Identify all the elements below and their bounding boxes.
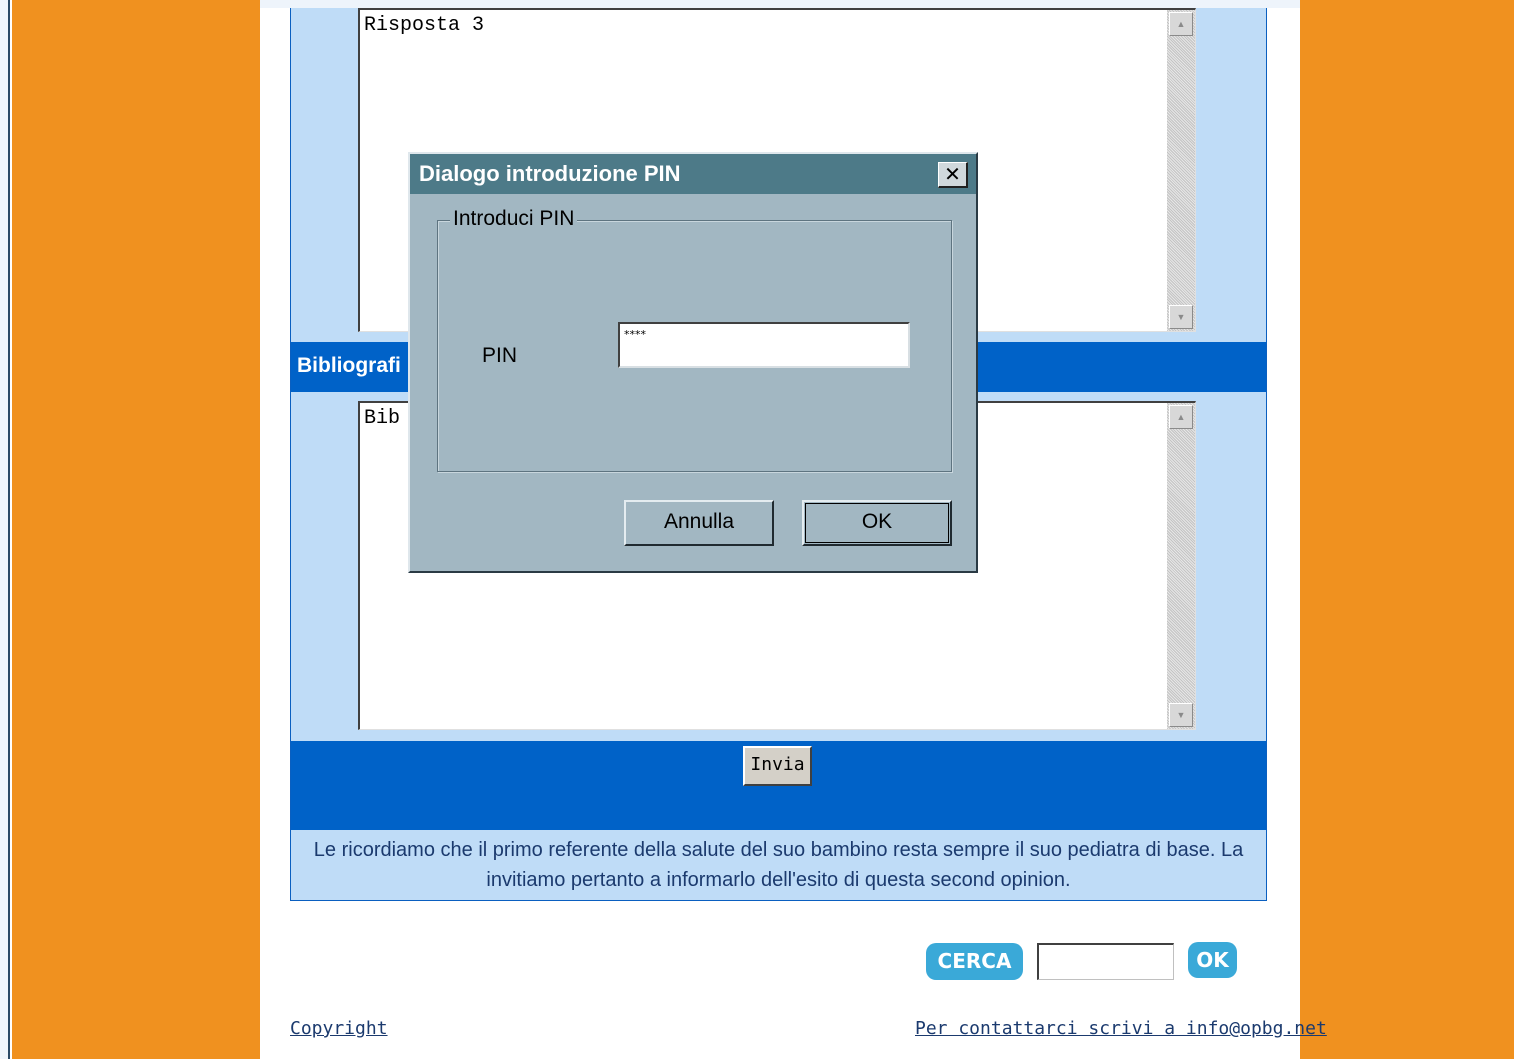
scroll-up-arrow-icon[interactable]: ▲ — [1169, 405, 1193, 429]
close-icon[interactable]: ✕ — [938, 162, 968, 188]
bibliography-scrollbar[interactable]: ▲ ▼ — [1167, 403, 1195, 729]
answer-scrollbar[interactable]: ▲ ▼ — [1167, 10, 1195, 331]
window-left-edge — [0, 0, 10, 1059]
search-input[interactable] — [1037, 943, 1174, 980]
contact-link[interactable]: Per contattarci scrivi a info@opbg.net — [915, 1018, 1327, 1039]
answer-text: Risposta 3 — [364, 14, 485, 37]
top-strip — [260, 0, 1300, 8]
scroll-up-arrow-icon[interactable]: ▲ — [1169, 12, 1193, 36]
bibliography-section-title: Bibliografi — [297, 354, 401, 377]
pin-groupbox-label: Introduci PIN — [450, 207, 578, 231]
ok-button[interactable]: OK — [802, 500, 952, 546]
bibliography-text: Bib — [364, 407, 401, 430]
left-orange-sidebar — [12, 0, 260, 1059]
dialog-title: Dialogo introduzione PIN — [419, 161, 681, 186]
search-ok-button[interactable]: OK — [1188, 942, 1237, 978]
pediatrician-notice: Le ricordiamo che il primo referente del… — [313, 839, 1244, 891]
dialog-title-bar[interactable]: Dialogo introduzione PIN ✕ — [410, 154, 976, 194]
scroll-down-arrow-icon[interactable]: ▼ — [1169, 305, 1193, 329]
pin-input[interactable]: **** — [618, 322, 910, 368]
search-button[interactable]: CERCA — [926, 943, 1023, 980]
pin-dialog: Dialogo introduzione PIN ✕ Introduci PIN… — [408, 152, 978, 573]
cancel-button[interactable]: Annulla — [624, 500, 774, 546]
submit-button[interactable]: Invia — [743, 746, 812, 786]
right-orange-sidebar — [1300, 0, 1514, 1059]
pin-label: PIN — [482, 344, 518, 367]
scroll-down-arrow-icon[interactable]: ▼ — [1169, 703, 1193, 727]
copyright-link[interactable]: Copyright — [290, 1018, 388, 1039]
